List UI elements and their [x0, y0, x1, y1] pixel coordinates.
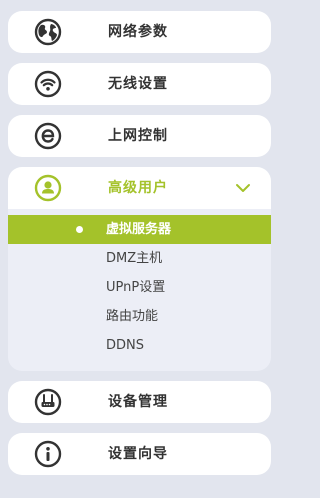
- submenu-label: UPnP设置: [106, 280, 166, 295]
- info-icon: [34, 440, 62, 468]
- menu-label-internet-control: 上网控制: [108, 128, 168, 144]
- globe-icon: [34, 18, 62, 46]
- submenu-item-virtual-server[interactable]: 虚拟服务器: [8, 215, 271, 244]
- submenu-label: 虚拟服务器: [106, 222, 172, 237]
- submenu-item-ddns[interactable]: DDNS: [8, 331, 271, 360]
- advanced-user-submenu: 虚拟服务器 DMZ主机 UPnP设置 路由功能 DDNS: [8, 209, 271, 371]
- menu-label-setup-wizard: 设置向导: [108, 446, 168, 462]
- menu-label-advanced-user: 高级用户: [108, 180, 168, 196]
- menu-label-wireless-settings: 无线设置: [108, 76, 168, 92]
- wifi-icon: [34, 70, 62, 98]
- menu-item-internet-control[interactable]: 上网控制: [8, 115, 271, 157]
- submenu-item-upnp-settings[interactable]: UPnP设置: [8, 273, 271, 302]
- menu-item-network-params[interactable]: 网络参数: [8, 11, 271, 53]
- submenu-label: DMZ主机: [106, 251, 163, 266]
- menu-item-advanced-user[interactable]: 高级用户: [8, 167, 271, 209]
- menu-label-device-management: 设备管理: [108, 394, 168, 410]
- submenu-item-dmz-host[interactable]: DMZ主机: [8, 244, 271, 273]
- menu-item-wireless-settings[interactable]: 无线设置: [8, 63, 271, 105]
- submenu-label: DDNS: [106, 338, 144, 353]
- menu-item-setup-wizard[interactable]: 设置向导: [8, 433, 271, 475]
- menu-item-device-management[interactable]: 设备管理: [8, 381, 271, 423]
- user-icon: [34, 174, 62, 202]
- submenu-label: 路由功能: [106, 309, 159, 324]
- menu-label-network-params: 网络参数: [108, 24, 168, 40]
- chevron-down-icon[interactable]: [235, 180, 251, 196]
- selected-bullet-icon: [76, 226, 83, 233]
- router-icon: [34, 388, 62, 416]
- e-icon: [34, 122, 62, 150]
- submenu-item-routing[interactable]: 路由功能: [8, 302, 271, 331]
